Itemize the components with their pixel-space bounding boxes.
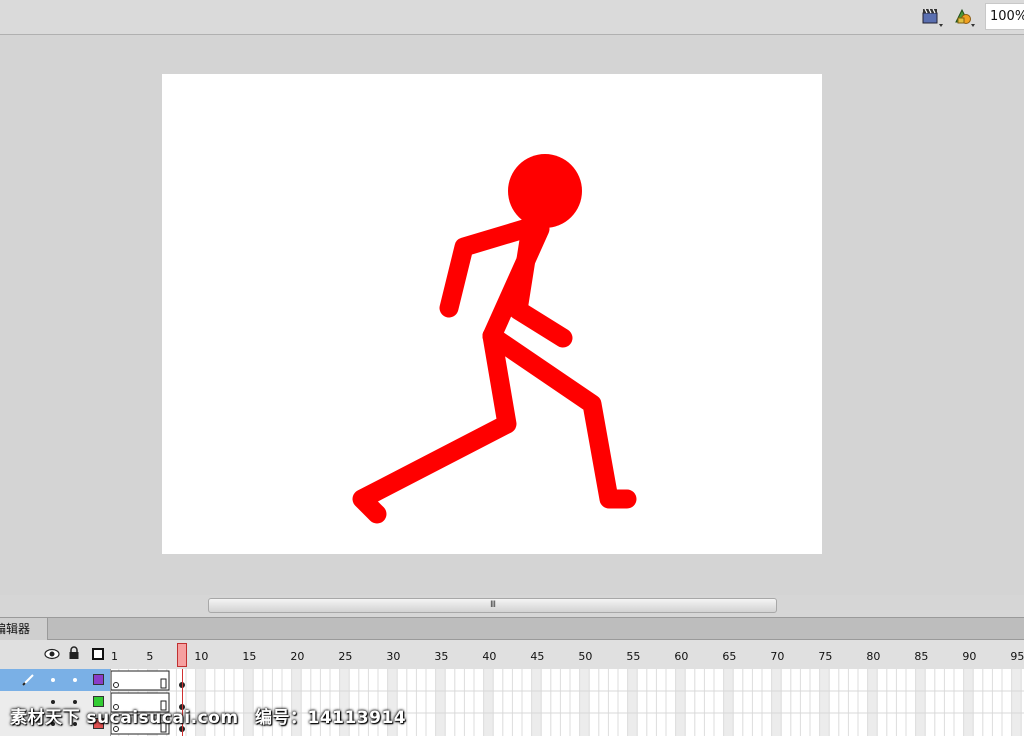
frame-number-label: 20 — [290, 650, 305, 663]
lock-dot[interactable] — [73, 678, 77, 682]
top-toolbar: 100% — [0, 0, 1024, 35]
frame-number-label: 5 — [146, 650, 154, 663]
pencil-icon — [22, 674, 34, 686]
zoom-field[interactable]: 100% — [985, 3, 1024, 30]
scrollbar-thumb[interactable]: III — [208, 598, 777, 613]
panel-tab-bar: 编辑器 — [0, 617, 1024, 640]
watermark: 素材天下 sucaisucai.com 编号：14113914 — [10, 703, 416, 728]
frame-column — [531, 669, 542, 736]
layer-row[interactable] — [0, 669, 110, 691]
frame-number-label: 35 — [434, 650, 449, 663]
edit-symbols-icon — [955, 8, 975, 27]
frame-number-label: 1 — [111, 650, 118, 663]
frame-number-label: 55 — [626, 650, 641, 663]
frame-column — [435, 669, 446, 736]
eye-icon[interactable] — [44, 648, 60, 660]
frame-number-label: 80 — [866, 650, 881, 663]
frame-number-label: 70 — [770, 650, 785, 663]
frame-number-label: 15 — [242, 650, 257, 663]
frame-span[interactable] — [111, 670, 170, 691]
frame-number-label: 60 — [674, 650, 689, 663]
frame-column — [867, 669, 878, 736]
frame-number-label: 45 — [530, 650, 545, 663]
layer-color-swatch[interactable] — [93, 674, 104, 685]
frame-column — [579, 669, 590, 736]
horizontal-scrollbar[interactable]: III — [0, 595, 1024, 617]
frame-number-label: 65 — [722, 650, 737, 663]
edit-symbols-button[interactable] — [952, 4, 978, 30]
frame-column — [1011, 669, 1022, 736]
frame-number-label: 30 — [386, 650, 401, 663]
visibility-dot[interactable] — [51, 678, 55, 682]
frame-number-label: 40 — [482, 650, 497, 663]
frame-number-label: 25 — [338, 650, 353, 663]
blank-keyframe[interactable] — [113, 682, 119, 688]
frame-column — [915, 669, 926, 736]
stick-figure[interactable] — [162, 74, 822, 554]
frame-column — [723, 669, 734, 736]
frame-column — [963, 669, 974, 736]
frame-number-label: 10 — [194, 650, 209, 663]
outline-icon[interactable] — [92, 648, 104, 660]
frame-column — [771, 669, 782, 736]
playhead-handle[interactable] — [177, 643, 187, 667]
frame-number-label: 50 — [578, 650, 593, 663]
lock-icon[interactable] — [68, 646, 80, 660]
frame-number-label: 90 — [962, 650, 977, 663]
frame-column — [483, 669, 494, 736]
tab-motion-editor[interactable]: 编辑器 — [0, 618, 48, 640]
tab-label: 编辑器 — [0, 622, 31, 636]
watermark-site: 素材天下 sucaisucai.com — [10, 708, 239, 728]
edit-scene-button[interactable] — [920, 4, 946, 30]
frame-column — [675, 669, 686, 736]
scrollbar-grip: III — [490, 600, 496, 610]
frame-column — [627, 669, 638, 736]
frame-number-label: 95 — [1010, 650, 1024, 663]
edit-scene-icon — [922, 8, 943, 27]
timeline-header: 1 5 10 15 20 25 30 35 40 45 50 55 60 65 70 75 80 85 90 95 — [0, 640, 1024, 670]
frame-column — [819, 669, 830, 736]
stage-canvas[interactable] — [162, 74, 822, 554]
frame-number-label: 85 — [914, 650, 929, 663]
watermark-id: 编号：14113914 — [254, 708, 407, 728]
frame-number-label: 75 — [818, 650, 833, 663]
end-frame-marker — [160, 678, 167, 689]
